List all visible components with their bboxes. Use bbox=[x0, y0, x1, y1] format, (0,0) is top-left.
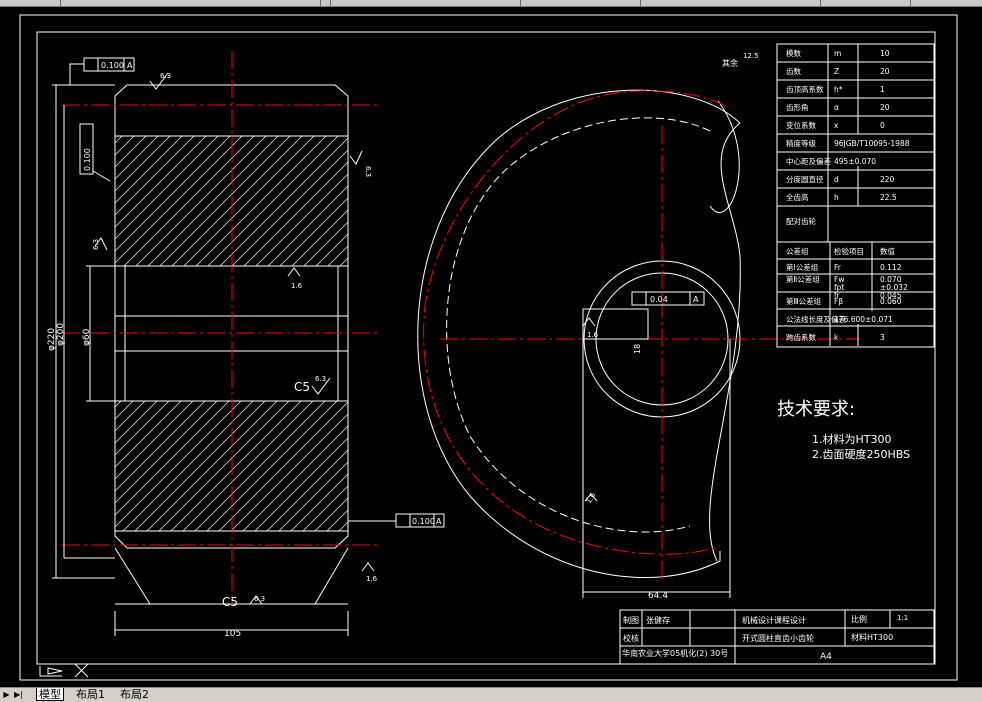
runout-value-c: 0.100 bbox=[412, 517, 435, 526]
spec-cell: 1 bbox=[880, 85, 885, 94]
spec-cell: 96JGB/T10095-1988 bbox=[834, 139, 910, 148]
spec-cell: 检验项目 bbox=[834, 246, 864, 256]
runout-value-a: 0.100 bbox=[101, 61, 124, 70]
tab-first-button[interactable]: ▶ bbox=[2, 689, 11, 700]
spec-cell: Fβ bbox=[834, 297, 843, 306]
rough-hub: 1.6 bbox=[585, 491, 598, 505]
rough-bore: 1.6 bbox=[291, 282, 303, 290]
spec-cell: 20 bbox=[880, 103, 890, 112]
spec-cell: Fr bbox=[834, 263, 842, 272]
tb-check-label: 校核 bbox=[623, 633, 639, 643]
datum-a: A bbox=[127, 61, 133, 70]
rough-chamfer: 6.3 bbox=[315, 375, 326, 383]
flatness-datum: A bbox=[693, 295, 699, 304]
spec-cell: x bbox=[834, 121, 839, 130]
spec-cell: 模数 bbox=[786, 48, 801, 58]
tb-draw-label: 制图 bbox=[623, 615, 639, 625]
root-dia-dim: φ200 bbox=[56, 323, 66, 346]
spec-cell: 20 bbox=[880, 67, 890, 76]
spec-cell: k bbox=[834, 333, 839, 342]
rough-bottom: 1.6 bbox=[366, 575, 378, 583]
spec-cell: 数值 bbox=[880, 246, 895, 256]
spec-cell: 配对齿轮 bbox=[786, 216, 816, 226]
spec-cell: Z bbox=[834, 67, 839, 76]
spec-cell: 齿数 bbox=[786, 66, 801, 76]
tab-layout2-label: 布局2 bbox=[120, 688, 149, 701]
spec-cell: 22.5 bbox=[880, 193, 897, 202]
key-depth: 18 bbox=[633, 344, 642, 354]
spec-cell: h* bbox=[834, 85, 843, 94]
spec-cell: 分度圆直径 bbox=[786, 174, 824, 184]
spec-cell: 0.112 bbox=[880, 263, 902, 272]
tb-course: 机械设计课程设计 bbox=[742, 615, 806, 625]
chamfer-c5-bottom: C5 bbox=[222, 595, 238, 609]
spec-cell: 0 bbox=[880, 121, 885, 130]
spec-cell: 公差组 bbox=[786, 246, 809, 256]
spec-cell: 跨齿系数 bbox=[786, 332, 816, 342]
spec-cell: 0.060 bbox=[880, 297, 902, 306]
tb-drawer: 张健存 bbox=[646, 615, 670, 625]
tab-model-label: 模型 bbox=[39, 688, 61, 701]
layout-tab-bar: ▶ ▶| 模型 布局1 布局2 bbox=[0, 687, 982, 702]
spec-cell: 第Ⅱ公差组 bbox=[786, 274, 820, 284]
spec-cell: α bbox=[834, 103, 839, 112]
spec-cell: h bbox=[834, 193, 839, 202]
rough-left: 6.3 bbox=[92, 239, 100, 250]
tb-material: 材料HT300 bbox=[851, 632, 893, 642]
tb-part-name: 开式圆柱直齿小齿轮 bbox=[742, 633, 814, 643]
tb-school: 华南农业大学05机化(2) 30号 bbox=[622, 648, 728, 658]
width-dim: 105 bbox=[224, 629, 241, 639]
tech-item-2: 2.齿面硬度250HBS bbox=[812, 447, 910, 461]
tech-item-1: 1.材料为HT300 bbox=[812, 432, 891, 446]
spec-cell: 10 bbox=[880, 49, 890, 58]
spec-cell: 中心距及偏差 bbox=[786, 156, 831, 166]
runout-value-b: 0.100 bbox=[83, 148, 92, 171]
tab-layout1[interactable]: 布局1 bbox=[74, 688, 107, 701]
section-view bbox=[52, 51, 445, 636]
tb-scale: 1:1 bbox=[897, 614, 908, 622]
rough-key: 1.6 bbox=[587, 331, 599, 339]
hub-width-dim: 64.4 bbox=[648, 591, 668, 601]
bore-dia-dim: φ60 bbox=[82, 328, 92, 346]
spec-cell: 3 bbox=[880, 333, 885, 342]
tab-layout2[interactable]: 布局2 bbox=[118, 688, 151, 701]
spec-cell: 495±0.070 bbox=[834, 157, 876, 166]
chamfer-c5-top: C5 bbox=[294, 380, 310, 394]
other-label: 其余 bbox=[722, 58, 738, 68]
rough-base: 6.3 bbox=[254, 595, 265, 603]
rough-other: 12.5 bbox=[743, 52, 759, 60]
spec-cell: 齿形角 bbox=[786, 102, 809, 112]
spec-cell: 220 bbox=[880, 175, 895, 184]
spec-cell: d bbox=[834, 175, 839, 184]
tb-paper: A4 bbox=[820, 652, 832, 662]
spec-cell: 全齿高 bbox=[786, 192, 809, 202]
spec-cell: 变位系数 bbox=[786, 120, 816, 130]
spec-cell: 第Ⅲ公差组 bbox=[786, 296, 822, 306]
tech-title: 技术要求: bbox=[777, 399, 855, 420]
tab-last-button[interactable]: ▶| bbox=[14, 689, 23, 700]
spec-cell: m bbox=[834, 49, 841, 58]
drawing-canvas[interactable]: 0.100 A 0.100 0.100 A 6.3 6.3 6.3 1.6 6.… bbox=[0, 6, 982, 687]
spec-cell: 精度等级 bbox=[786, 138, 816, 148]
flatness-value: 0.04 bbox=[650, 295, 668, 304]
spec-cell: 第Ⅰ公差组 bbox=[786, 262, 819, 272]
datum-c: A bbox=[436, 517, 442, 526]
spec-cell: 齿顶高系数 bbox=[786, 84, 824, 94]
tab-model[interactable]: 模型 bbox=[36, 688, 64, 701]
ucs-icon bbox=[39, 663, 89, 678]
spec-cell: 176.600±0.071 bbox=[834, 315, 893, 324]
tab-layout1-label: 布局1 bbox=[76, 688, 105, 701]
rough-right: 6.3 bbox=[364, 166, 372, 177]
tb-scale-label: 比例 bbox=[851, 614, 867, 624]
rough-top: 6.3 bbox=[160, 72, 171, 80]
